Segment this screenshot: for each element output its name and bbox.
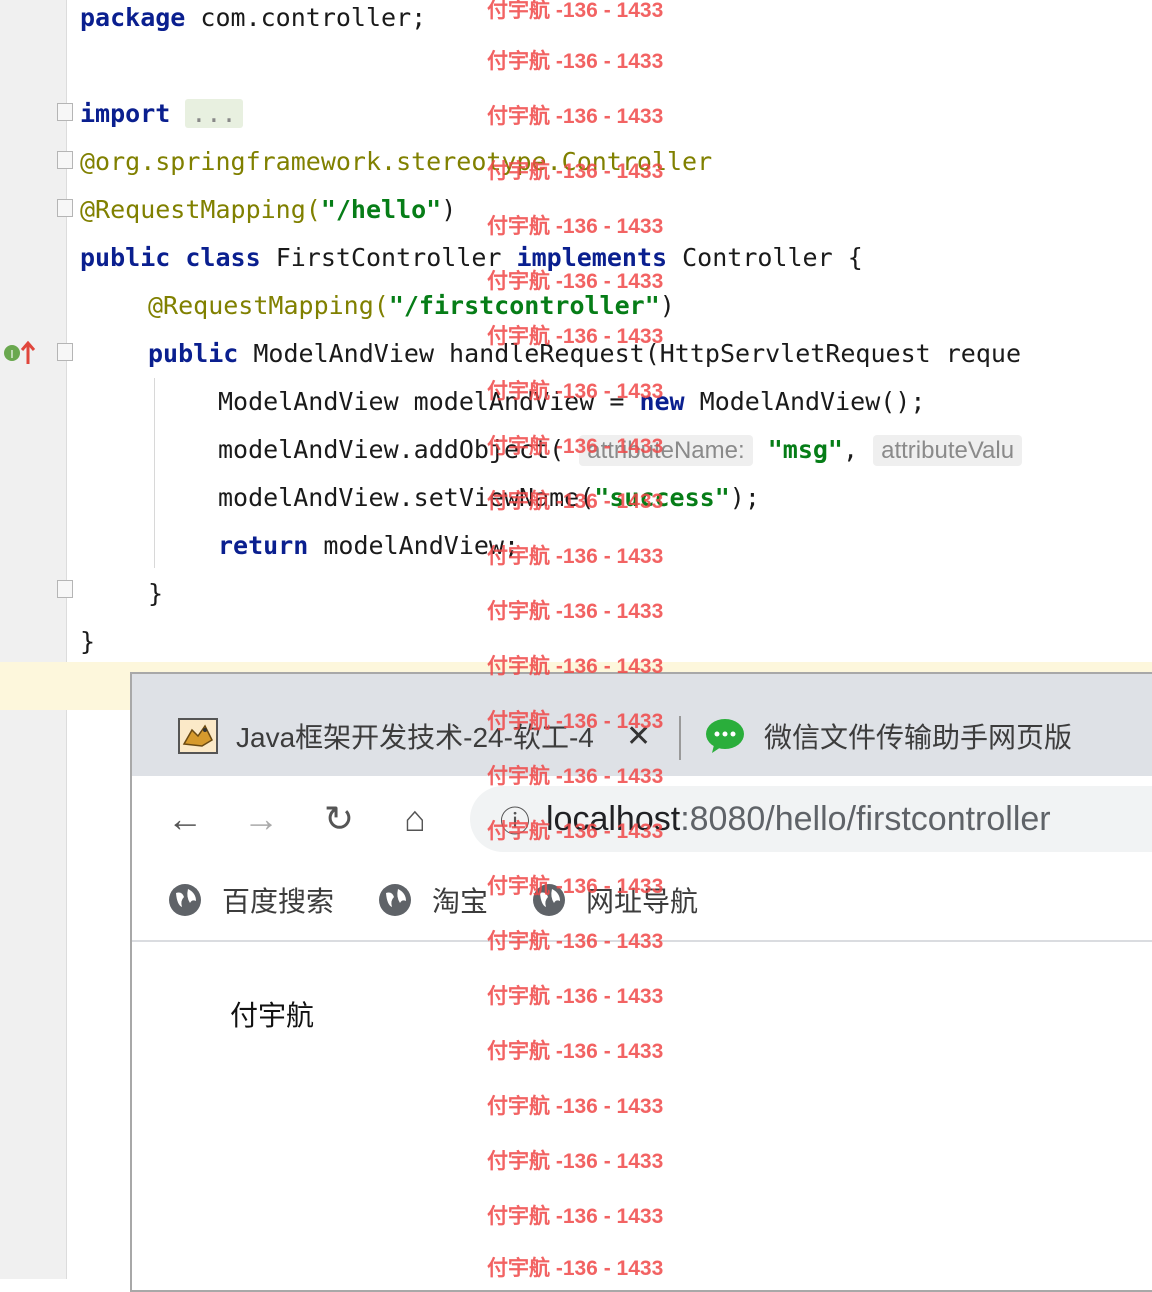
- watermark: 付宇航 -136 - 1433: [487, 435, 664, 458]
- watermark: 付宇航 -136 - 1433: [487, 1205, 664, 1228]
- watermark: 付宇航 -136 - 1433: [487, 50, 664, 73]
- watermark: 付宇航 -136 - 1433: [487, 160, 664, 183]
- watermark: 付宇航 -136 - 1433: [487, 655, 664, 678]
- watermark: 付宇航 -136 - 1433: [487, 710, 664, 733]
- fold-class-annotation-icon[interactable]: [57, 151, 73, 169]
- fold-method-icon[interactable]: [57, 343, 73, 361]
- watermark: 付宇航 -136 - 1433: [487, 380, 664, 403]
- watermark: 付宇航 -136 - 1433: [487, 985, 664, 1008]
- watermark: 付宇航 -136 - 1433: [487, 765, 664, 788]
- watermark: 付宇航 -136 - 1433: [487, 490, 664, 513]
- code-line-method-close: }: [148, 579, 164, 608]
- code-line-import: import ...: [80, 90, 243, 138]
- code-line-class-decl: public class FirstController implements …: [80, 243, 863, 272]
- forward-button[interactable]: →: [234, 784, 288, 854]
- watermark: 付宇航 -136 - 1433: [487, 820, 664, 843]
- tab-title: 微信文件传输助手网页版: [764, 722, 1073, 753]
- bookmark-baidu-search[interactable]: 百度搜索: [168, 870, 334, 930]
- page-content-text: 付宇航: [230, 1000, 315, 1031]
- watermark: 付宇航 -136 - 1433: [487, 1095, 664, 1118]
- param-hint-attribute-value: attributeValu: [873, 435, 1023, 466]
- back-button[interactable]: ←: [158, 784, 212, 854]
- import-fold-placeholder[interactable]: ...: [185, 99, 243, 128]
- watermark: 付宇航 -136 - 1433: [487, 930, 664, 953]
- tab-wechat-file-helper[interactable]: 微信文件传输助手网页版: [692, 696, 1152, 776]
- fold-method-end-icon[interactable]: [57, 580, 73, 598]
- watermark: 付宇航 -136 - 1433: [487, 325, 664, 348]
- globe-icon: [169, 884, 201, 916]
- fold-import-icon[interactable]: [57, 103, 73, 121]
- wechat-favicon-icon: [706, 719, 744, 753]
- editor-gutter: [0, 0, 67, 1279]
- watermark: 付宇航 -136 - 1433: [487, 1150, 664, 1173]
- watermark: 付宇航 -136 - 1433: [487, 1040, 664, 1063]
- watermark: 付宇航 -136 - 1433: [487, 215, 664, 238]
- watermark: 付宇航 -136 - 1433: [487, 0, 664, 22]
- indent-guide: [154, 378, 155, 568]
- tab-separator: [679, 716, 681, 760]
- watermark: 付宇航 -136 - 1433: [487, 875, 664, 898]
- implements-method-icon[interactable]: I: [2, 340, 42, 366]
- tomcat-favicon-icon: [178, 718, 218, 754]
- globe-icon: [379, 884, 411, 916]
- home-button[interactable]: ⌂: [388, 784, 442, 854]
- bookmark-taobao[interactable]: 淘宝: [378, 870, 488, 930]
- code-line-return: return modelAndView;: [218, 531, 520, 560]
- svg-text:I: I: [10, 348, 13, 361]
- code-line-request-mapping: @RequestMapping("/hello"): [80, 195, 457, 224]
- watermark: 付宇航 -136 - 1433: [487, 545, 664, 568]
- watermark: 付宇航 -136 - 1433: [487, 270, 664, 293]
- code-line-package: package com.controller;: [80, 3, 427, 32]
- reload-button[interactable]: ↻: [312, 784, 366, 854]
- fold-annotation-icon[interactable]: [57, 199, 73, 217]
- watermark: 付宇航 -136 - 1433: [487, 105, 664, 128]
- watermark: 付宇航 -136 - 1433: [487, 600, 664, 623]
- code-line-class-close: }: [80, 627, 96, 656]
- watermark: 付宇航 -136 - 1433: [487, 1257, 664, 1280]
